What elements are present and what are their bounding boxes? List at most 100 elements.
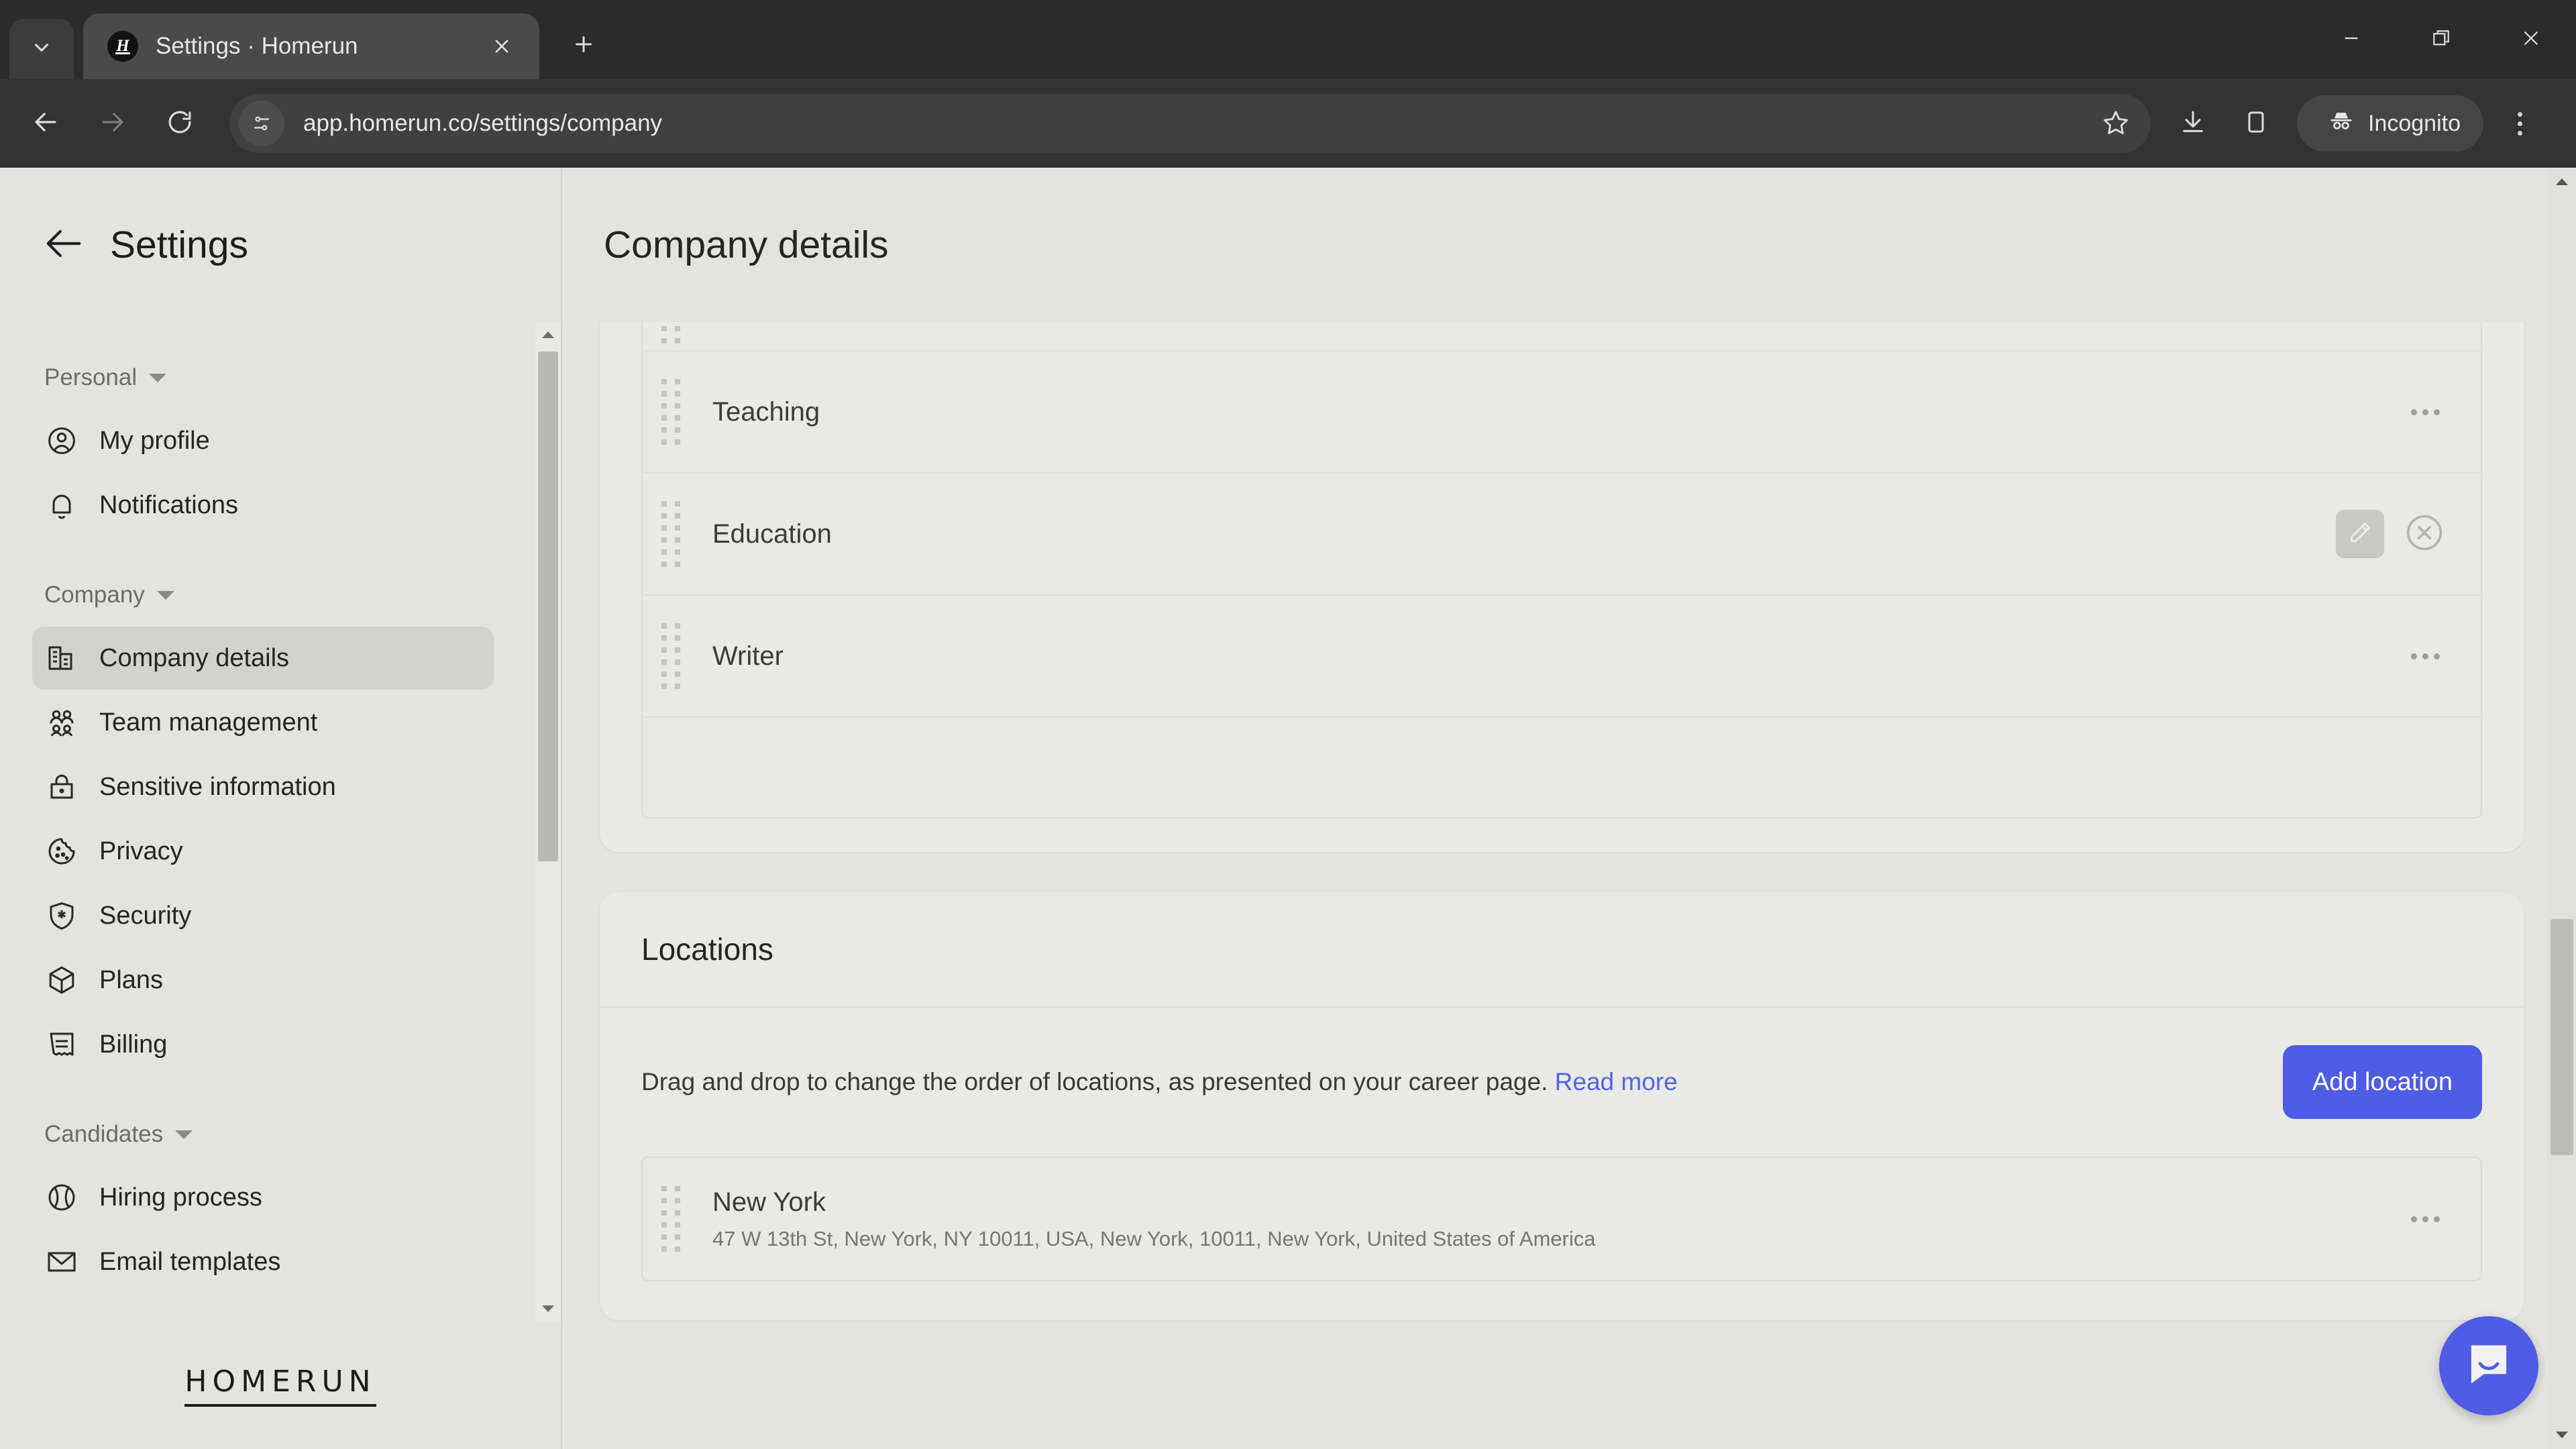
sidebar-scrollbar[interactable] <box>535 322 561 1322</box>
reload-icon <box>166 108 194 140</box>
sidebar-item-hiring-process[interactable]: Hiring process <box>32 1166 494 1229</box>
nav-group-personal[interactable]: Personal <box>0 357 561 398</box>
scroll-down-icon[interactable] <box>541 1296 555 1322</box>
add-location-button[interactable]: Add location <box>2282 1045 2482 1119</box>
chevron-down-icon <box>149 373 167 382</box>
sidebar-item-security[interactable]: Security <box>32 884 494 947</box>
maximize-button[interactable] <box>2396 0 2486 79</box>
page-content: Settings Personal My profile Notificatio… <box>0 168 2576 1449</box>
baseball-icon <box>44 1180 79 1215</box>
homerun-favicon: H <box>107 31 138 62</box>
side-panel-button[interactable] <box>2224 92 2288 155</box>
drag-handle-icon[interactable] <box>656 1186 686 1252</box>
site-settings-icon[interactable] <box>239 101 284 146</box>
sidebar-item-plans[interactable]: Plans <box>32 949 494 1012</box>
locations-hint-row: Drag and drop to change the order of loc… <box>641 1045 2482 1119</box>
incognito-indicator[interactable]: Incognito <box>2297 95 2483 152</box>
drag-handle-icon[interactable] <box>656 379 686 445</box>
table-row[interactable]: Education <box>643 474 2481 596</box>
box-icon <box>44 963 79 998</box>
user-circle-icon <box>44 423 79 458</box>
read-more-link[interactable]: Read more <box>1555 1068 1678 1095</box>
sidebar-nav: Personal My profile Notifications Compan… <box>0 322 561 1322</box>
sidebar-item-my-profile[interactable]: My profile <box>32 409 494 472</box>
shield-star-icon <box>44 898 79 933</box>
new-tab-button[interactable] <box>557 19 610 72</box>
page-scrollbar[interactable] <box>2548 168 2576 1449</box>
side-panel-icon <box>2243 109 2269 139</box>
scroll-up-icon[interactable] <box>541 322 555 347</box>
list-footer-spacer <box>643 718 2481 817</box>
locations-card-body: Drag and drop to change the order of loc… <box>600 1008 2524 1320</box>
close-icon[interactable] <box>483 28 521 65</box>
sidebar-item-privacy[interactable]: Privacy <box>32 820 494 883</box>
three-dot-menu-icon[interactable] <box>2490 92 2549 155</box>
sidebar-item-sensitive-information[interactable]: Sensitive information <box>32 755 494 818</box>
restore-icon <box>2430 28 2452 52</box>
sidebar-item-label: Team management <box>99 708 318 737</box>
locations-card: Locations Drag and drop to change the or… <box>600 892 2524 1320</box>
table-row[interactable] <box>643 322 2481 352</box>
scroll-up-icon[interactable] <box>2555 168 2569 196</box>
browser-tab[interactable]: H Settings · Homerun <box>83 13 539 79</box>
locations-hint-text: Drag and drop to change the order of loc… <box>641 1068 1548 1096</box>
sidebar-item-company-details[interactable]: Company details <box>32 627 494 690</box>
nav-group-candidates[interactable]: Candidates <box>0 1114 561 1155</box>
scroll-down-icon[interactable] <box>2555 1421 2569 1449</box>
browser-window: H Settings · Homerun app.homerun.co/sett… <box>0 0 2576 1449</box>
forward-button[interactable] <box>79 90 146 157</box>
close-window-button[interactable] <box>2486 0 2576 79</box>
table-row[interactable]: Writer <box>643 596 2481 718</box>
downloads-button[interactable] <box>2161 92 2224 155</box>
page-scrollbar-thumb[interactable] <box>2551 919 2573 1155</box>
receipt-icon <box>44 1027 79 1062</box>
minimize-button[interactable] <box>2306 0 2396 79</box>
address-bar[interactable]: app.homerun.co/settings/company <box>229 94 2151 153</box>
nav-group-label: Personal <box>44 364 138 390</box>
page-title: Company details <box>604 223 889 266</box>
three-dot-menu-icon[interactable] <box>2402 1195 2449 1242</box>
sidebar-item-email-templates[interactable]: Email templates <box>32 1230 494 1293</box>
location-name: New York <box>712 1187 826 1217</box>
reload-button[interactable] <box>146 90 213 157</box>
drag-handle-icon[interactable] <box>656 326 686 343</box>
url-text[interactable]: app.homerun.co/settings/company <box>303 110 2088 137</box>
tab-search-button[interactable] <box>9 19 74 79</box>
chat-launcher-button[interactable] <box>2439 1316 2538 1415</box>
locations-hint: Drag and drop to change the order of loc… <box>641 1065 1678 1099</box>
drag-handle-icon[interactable] <box>656 501 686 567</box>
sidebar-header: Settings <box>0 168 561 322</box>
table-row[interactable]: Teaching <box>643 352 2481 474</box>
sidebar-item-label: Security <box>99 901 192 930</box>
pencil-icon <box>2347 520 2373 549</box>
sidebar-item-label: Billing <box>99 1030 168 1059</box>
star-icon <box>2102 109 2129 139</box>
sidebar-item-billing[interactable]: Billing <box>32 1013 494 1076</box>
three-dot-menu-icon[interactable] <box>2402 633 2449 680</box>
back-button[interactable] <box>12 90 79 157</box>
chat-bubble-icon <box>2463 1339 2514 1393</box>
bookmark-button[interactable] <box>2088 95 2144 152</box>
settings-sidebar: Settings Personal My profile Notificatio… <box>0 168 562 1449</box>
nav-group-company[interactable]: Company <box>0 574 561 616</box>
sidebar-item-team-management[interactable]: Team management <box>32 691 494 754</box>
list-item[interactable]: New York 47 W 13th St, New York, NY 1001… <box>643 1158 2481 1280</box>
sidebar-item-label: Email templates <box>99 1247 281 1276</box>
delete-button[interactable] <box>2400 510 2449 558</box>
page-title: Settings <box>110 223 248 266</box>
chevron-down-icon <box>175 1130 193 1139</box>
edit-button[interactable] <box>2336 510 2384 558</box>
locations-list: New York 47 W 13th St, New York, NY 1001… <box>641 1157 2482 1281</box>
location-info: New York 47 W 13th St, New York, NY 1001… <box>712 1187 2402 1251</box>
back-arrow-icon <box>43 223 85 268</box>
back-to-app-button[interactable] <box>42 223 86 267</box>
incognito-label: Incognito <box>2368 110 2461 136</box>
three-dot-menu-icon[interactable] <box>2402 388 2449 435</box>
sidebar-item-notifications[interactable]: Notifications <box>32 474 494 537</box>
sidebar-item-label: Hiring process <box>99 1183 262 1212</box>
drag-handle-icon[interactable] <box>656 623 686 689</box>
download-icon <box>2180 109 2206 139</box>
chevron-down-icon <box>156 590 174 600</box>
sidebar-scrollbar-thumb[interactable] <box>538 352 558 861</box>
